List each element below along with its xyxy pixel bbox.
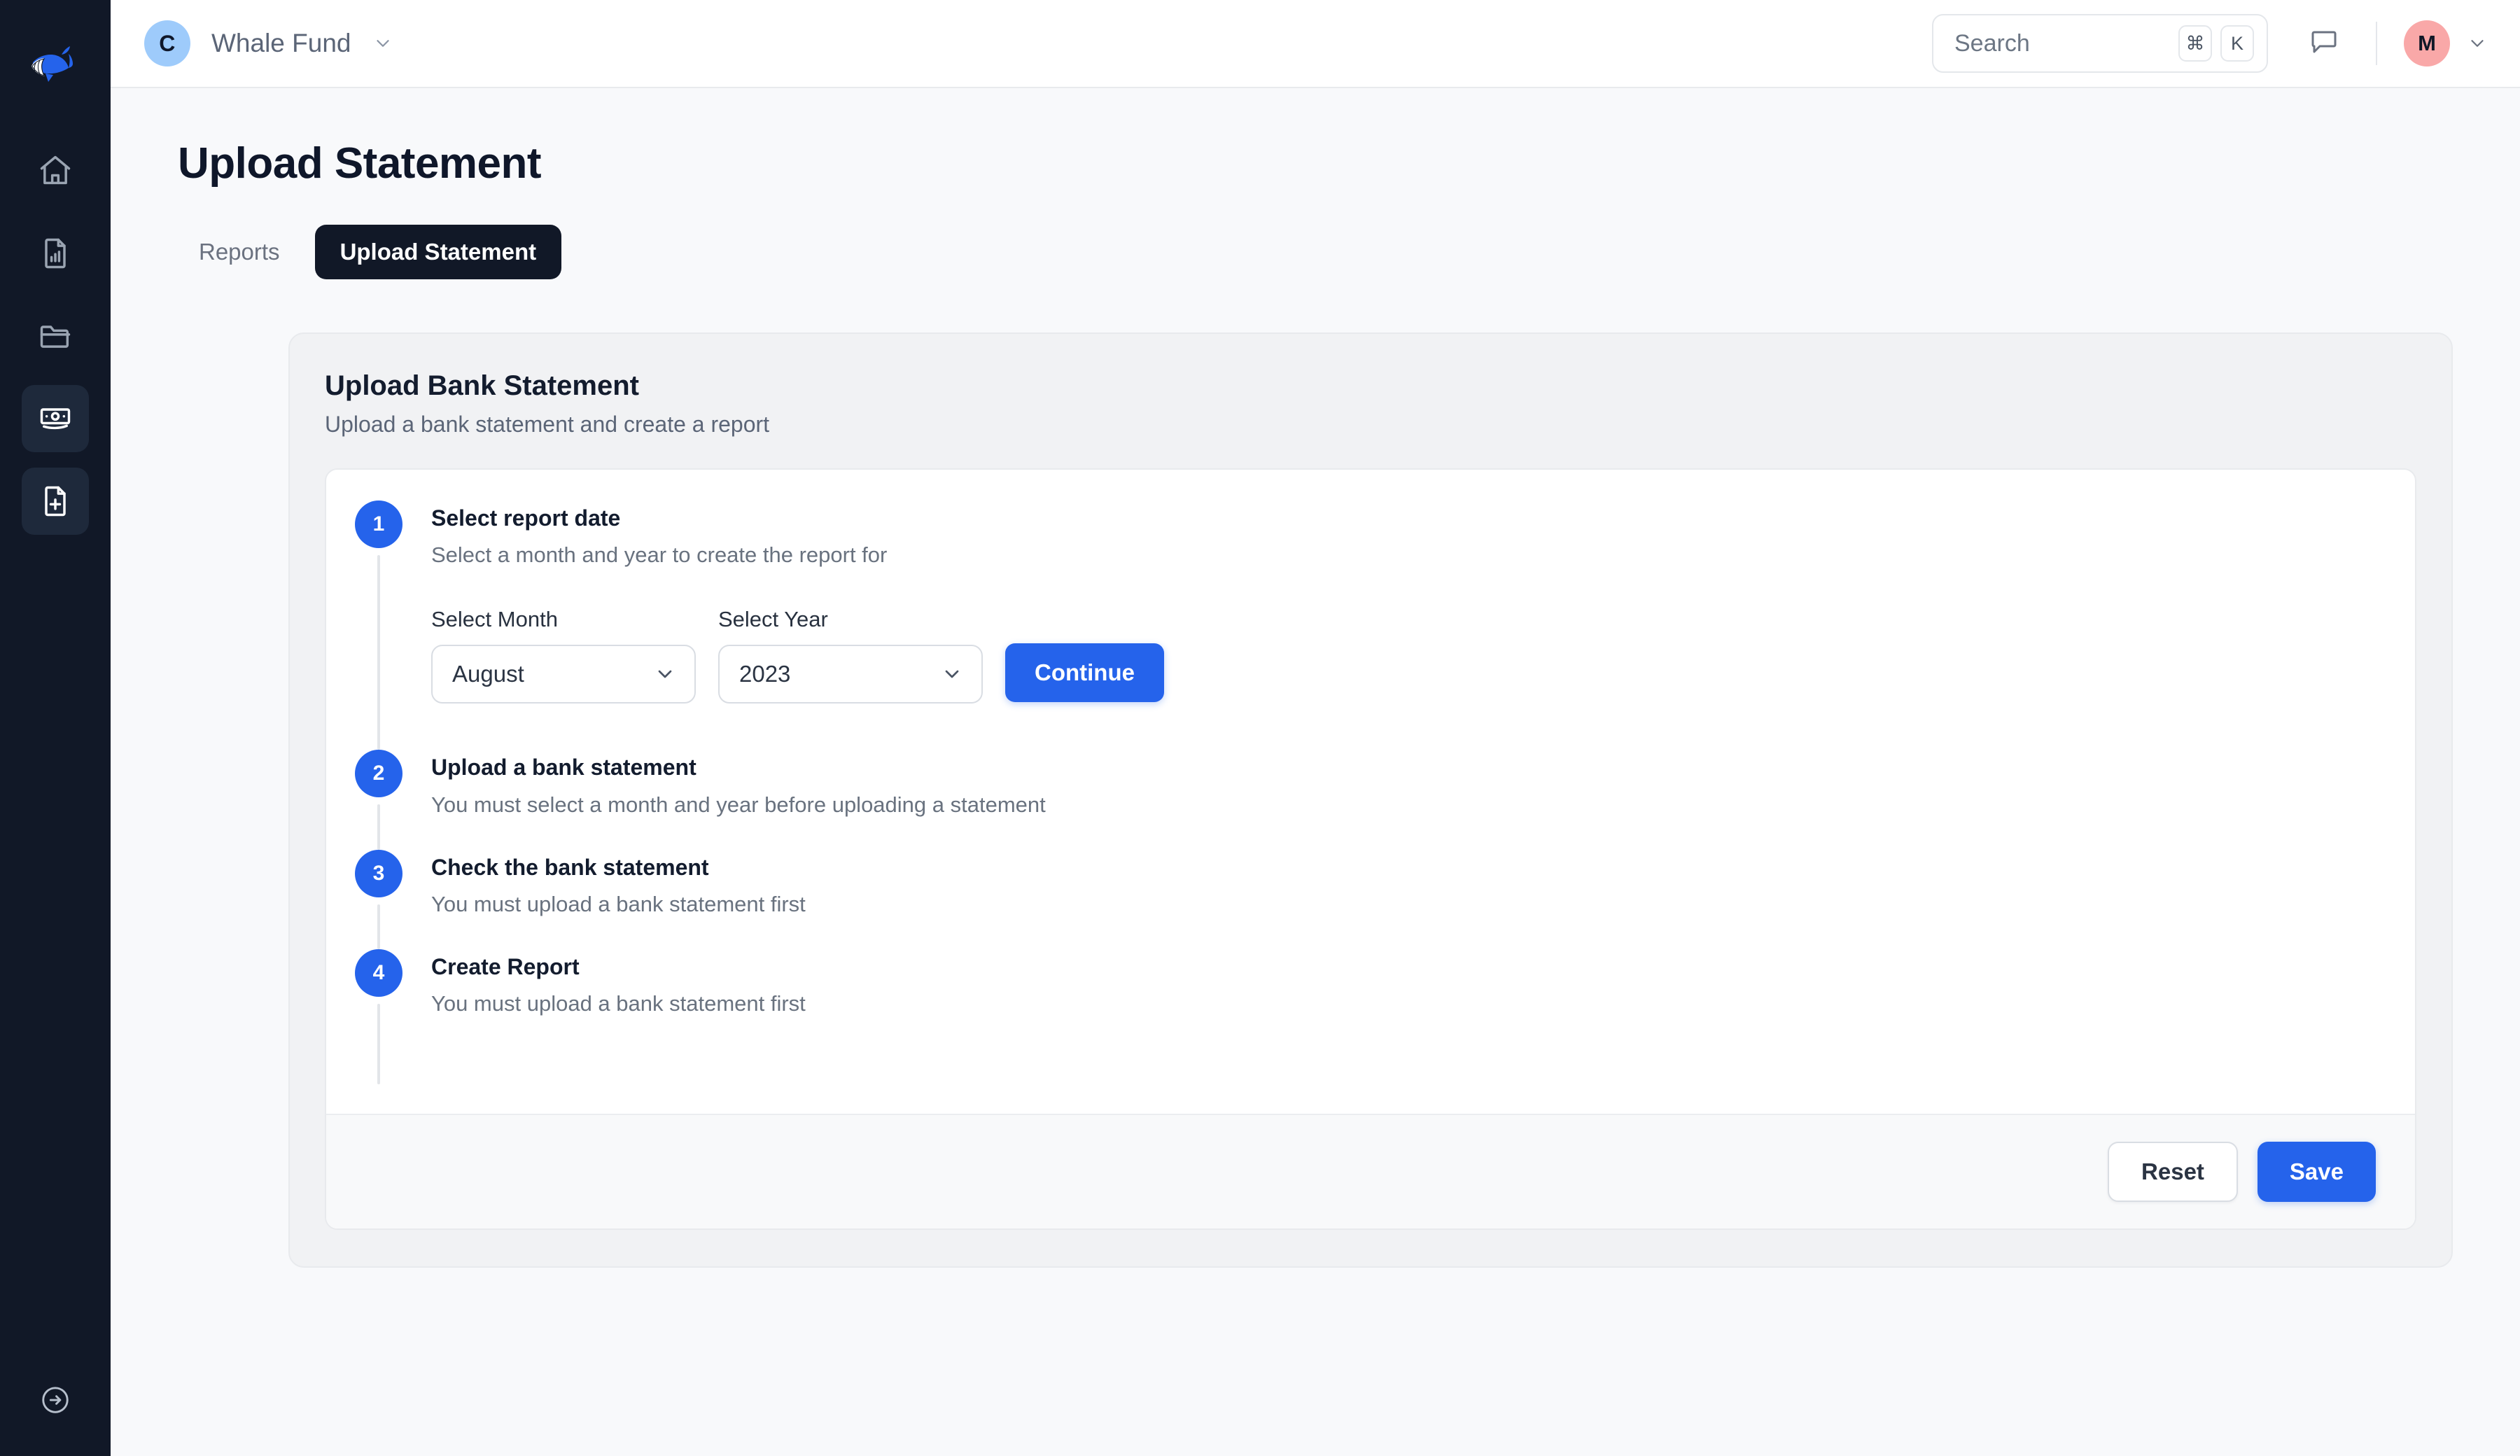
sidebar-item-reports[interactable] (22, 220, 89, 287)
workspace-name: Whale Fund (211, 29, 351, 57)
step-3-body: Check the bank statement You must upload… (431, 850, 2415, 949)
tab-reports[interactable]: Reports (174, 225, 305, 279)
step-1-body: Select report date Select a month and ye… (431, 500, 2415, 750)
step-1-title: Select report date (431, 505, 621, 531)
step-4-description: You must upload a bank statement first (431, 991, 806, 1016)
top-header: C Whale Fund Search ⌘ K M (111, 0, 2520, 88)
sidebar-item-upload-statement[interactable] (22, 468, 89, 535)
kbd-k: K (2220, 25, 2254, 62)
step-4: 4 Create Report You must upload a bank s… (326, 949, 2415, 1084)
month-select[interactable]: August (431, 645, 696, 704)
tab-upload-statement[interactable]: Upload Statement (314, 225, 562, 279)
main-content: Upload Statement Reports Upload Statemen… (111, 88, 2520, 1456)
step-3: 3 Check the bank statement You must uplo… (326, 849, 2415, 950)
chevron-down-icon (941, 663, 963, 685)
chevron-down-icon[interactable] (2467, 33, 2488, 54)
chat-button[interactable] (2299, 18, 2349, 69)
search-input[interactable]: Search ⌘ K (1932, 14, 2268, 73)
home-icon (37, 153, 74, 189)
step-4-title: Create Report (431, 954, 580, 980)
step-4-bullet: 4 (355, 949, 402, 997)
step-1: 1 Select report date Select a month and … (326, 500, 2415, 750)
content-column: C Whale Fund Search ⌘ K M Upload Stateme… (111, 0, 2520, 1456)
sidebar-collapse-button[interactable] (27, 1373, 83, 1429)
sidebar-item-transactions[interactable] (22, 385, 89, 452)
document-plus-icon (37, 483, 74, 519)
sidebar-footer (0, 1373, 111, 1429)
month-label: Select Month (431, 607, 558, 632)
chevron-down-icon (654, 663, 676, 685)
workspace-avatar: C (144, 20, 190, 66)
tab-bar: Reports Upload Statement (174, 225, 2520, 279)
reset-button[interactable]: Reset (2108, 1141, 2238, 1202)
step-2-rail: 2 (326, 750, 431, 850)
folder-icon (37, 318, 74, 354)
document-chart-icon (37, 235, 74, 272)
step-1-rail: 1 (326, 500, 431, 750)
whale-logo-icon[interactable] (17, 27, 94, 104)
search-placeholder: Search (1954, 29, 2030, 57)
step-4-rail: 4 (326, 949, 431, 1084)
step-3-rail: 3 (326, 849, 431, 950)
sidebar-nav (22, 137, 89, 535)
step-1-connector (377, 555, 380, 750)
year-select[interactable]: 2023 (718, 645, 983, 704)
banknotes-icon (37, 400, 74, 437)
month-select-value: August (452, 661, 524, 687)
sidebar-item-home[interactable] (22, 137, 89, 204)
avatar[interactable]: M (2404, 20, 2450, 66)
arrow-right-circle-icon (39, 1384, 71, 1420)
step-2-body: Upload a bank statement You must select … (431, 750, 2415, 849)
card-footer: Reset Save (326, 1113, 2415, 1228)
step-2-bullet: 2 (355, 750, 402, 798)
chevron-down-icon (372, 33, 393, 54)
step-3-bullet: 3 (355, 849, 402, 897)
step-3-title: Check the bank statement (431, 854, 709, 880)
step-3-description: You must upload a bank statement first (431, 891, 806, 916)
step-2: 2 Upload a bank statement You must selec… (326, 750, 2415, 850)
step-3-connector (377, 904, 380, 950)
step-2-title: Upload a bank statement (431, 755, 696, 780)
year-label: Select Year (718, 607, 828, 632)
month-field: Select Month August (431, 607, 696, 704)
header-actions: Search ⌘ K M (1932, 14, 2488, 73)
sidebar-item-folders[interactable] (22, 302, 89, 370)
upload-statement-panel: Upload Bank Statement Upload a bank stat… (288, 332, 2453, 1268)
app-root: C Whale Fund Search ⌘ K M Upload Stateme… (0, 0, 2520, 1456)
stepper: 1 Select report date Select a month and … (326, 470, 2415, 1114)
page-title: Upload Statement (178, 139, 542, 188)
step-1-description: Select a month and year to create the re… (431, 542, 888, 568)
step-4-body: Create Report You must upload a bank sta… (431, 949, 2415, 1084)
kbd-command: ⌘ (2178, 25, 2212, 62)
chat-bubble-icon (2307, 25, 2341, 62)
save-button[interactable]: Save (2257, 1141, 2376, 1202)
step-1-bullet: 1 (355, 500, 402, 548)
continue-button[interactable]: Continue (1005, 643, 1164, 703)
step-2-connector (377, 804, 380, 850)
step-4-connector (377, 1004, 380, 1084)
report-date-form: Select Month August Select Year 2023 Con… (431, 607, 2373, 750)
sidebar (0, 0, 111, 1456)
stepper-card: 1 Select report date Select a month and … (325, 468, 2416, 1230)
workspace-switcher[interactable]: C Whale Fund (144, 20, 393, 66)
search-shortcut: ⌘ K (2178, 25, 2254, 62)
year-field: Select Year 2023 (718, 607, 983, 704)
header-divider (2376, 22, 2377, 65)
year-select-value: 2023 (739, 661, 791, 687)
panel-title: Upload Bank Statement (325, 370, 639, 401)
panel-subtitle: Upload a bank statement and create a rep… (325, 412, 770, 437)
step-2-description: You must select a month and year before … (431, 792, 1046, 817)
